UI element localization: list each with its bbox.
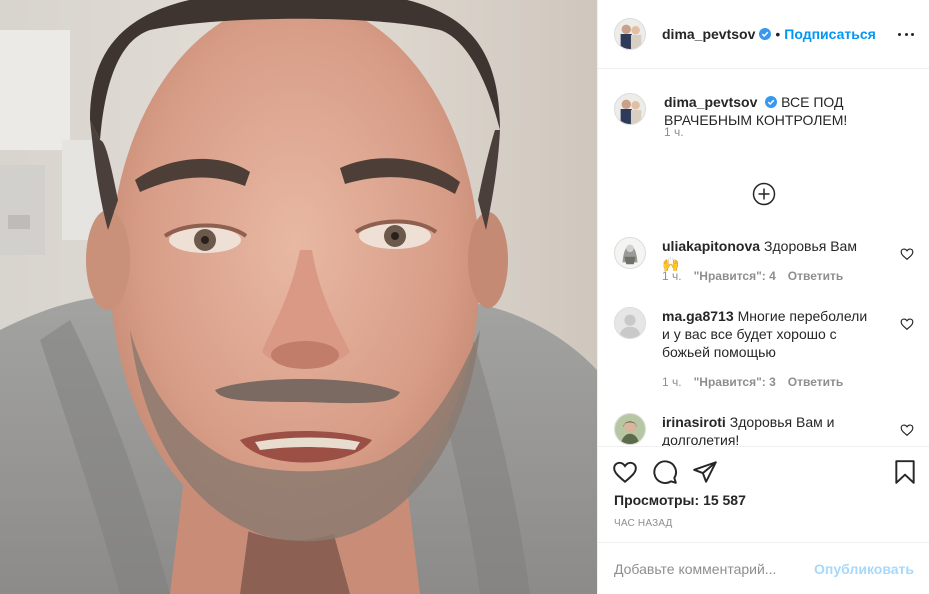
save-icon[interactable] <box>892 459 918 485</box>
load-more-comments-icon[interactable] <box>752 182 776 206</box>
post-actions: Просмотры: 15 587 ЧАС НАЗАД <box>598 446 929 542</box>
comments-list[interactable]: dima_pevtsov ВСЕ ПОД ВРАЧЕБНЫМ КОНТРОЛЕМ… <box>598 69 929 446</box>
more-dot <box>898 32 901 36</box>
comment-input[interactable] <box>614 560 814 577</box>
author-username[interactable]: dima_pevtsov <box>662 26 755 42</box>
views-count[interactable]: Просмотры: 15 587 <box>614 492 746 508</box>
commenter-avatar-image <box>615 238 645 268</box>
commenter-avatar-image <box>615 414 645 444</box>
post-caption: dima_pevtsov ВСЕ ПОД ВРАЧЕБНЫМ КОНТРОЛЕМ… <box>614 93 914 129</box>
comment-meta: 1 ч. "Нравится": 3 Ответить <box>662 375 843 389</box>
more-options-icon[interactable] <box>898 24 914 44</box>
reply-button[interactable]: Ответить <box>788 375 843 389</box>
add-comment-form: Опубликовать <box>598 542 929 594</box>
caption-author-avatar[interactable] <box>614 93 646 125</box>
comment-text-block: irinasiroti Здоровья Вам и долголетия! <box>662 413 874 446</box>
instagram-post: dima_pevtsov • Подписаться dima_pevtsov … <box>0 0 929 594</box>
comment-item: uliakapitonova Здоровья Вам🙌 1 ч. "Нравит… <box>614 237 914 297</box>
comment-like-icon[interactable] <box>900 317 914 331</box>
comment-icon[interactable] <box>652 459 678 485</box>
header-separator: • <box>775 26 781 42</box>
heart-icon[interactable] <box>612 459 638 485</box>
reply-button[interactable]: Ответить <box>788 269 843 283</box>
comment-likes[interactable]: "Нравится": 3 <box>694 375 776 389</box>
comment-username[interactable]: uliakapitonova <box>662 238 760 254</box>
post-time-ago[interactable]: ЧАС НАЗАД <box>614 518 673 529</box>
commenter-avatar[interactable] <box>614 413 646 445</box>
post-side-panel: dima_pevtsov • Подписаться dima_pevtsov … <box>597 0 929 594</box>
comment-item: irinasiroti Здоровья Вам и долголетия! <box>614 413 914 446</box>
video-frame-portrait <box>0 0 597 594</box>
comment-like-icon[interactable] <box>900 423 914 437</box>
follow-button[interactable]: Подписаться <box>784 26 876 42</box>
comment-time[interactable]: 1 ч. <box>662 375 682 389</box>
comment-meta: 1 ч. "Нравится": 4 Ответить <box>662 269 843 283</box>
views-value: 15 587 <box>703 492 746 508</box>
author-avatar[interactable] <box>614 18 646 50</box>
comment-time[interactable]: 1 ч. <box>662 269 682 283</box>
comment-text-block: ma.ga8713 Многие переболели и у вас все б… <box>662 307 874 361</box>
author-avatar-image <box>615 19 645 49</box>
verified-badge-icon <box>759 28 772 40</box>
share-icon[interactable] <box>692 459 718 485</box>
comment-likes[interactable]: "Нравится": 4 <box>694 269 776 283</box>
more-dot <box>911 32 914 36</box>
caption-author-avatar-image <box>615 94 645 124</box>
comment-text-block: uliakapitonova Здоровья Вам🙌 <box>662 237 874 273</box>
publish-button[interactable]: Опубликовать <box>814 561 914 577</box>
comment-username[interactable]: ma.ga8713 <box>662 308 734 324</box>
comment-username[interactable]: irinasiroti <box>662 414 726 430</box>
comment-like-icon[interactable] <box>900 247 914 261</box>
caption-username[interactable]: dima_pevtsov <box>664 94 757 110</box>
comment-item: ma.ga8713 Многие переболели и у вас все б… <box>614 307 914 403</box>
views-label: Просмотры: <box>614 492 700 508</box>
default-avatar-image <box>615 308 645 338</box>
post-video[interactable] <box>0 0 597 594</box>
more-dot <box>904 32 908 36</box>
caption-text-block: dima_pevtsov ВСЕ ПОД ВРАЧЕБНЫМ КОНТРОЛЕМ… <box>664 93 864 129</box>
commenter-avatar[interactable] <box>614 307 646 339</box>
commenter-avatar[interactable] <box>614 237 646 269</box>
verified-badge-icon <box>765 96 778 108</box>
post-header: dima_pevtsov • Подписаться <box>598 0 929 69</box>
caption-time[interactable]: 1 ч. <box>664 125 684 139</box>
